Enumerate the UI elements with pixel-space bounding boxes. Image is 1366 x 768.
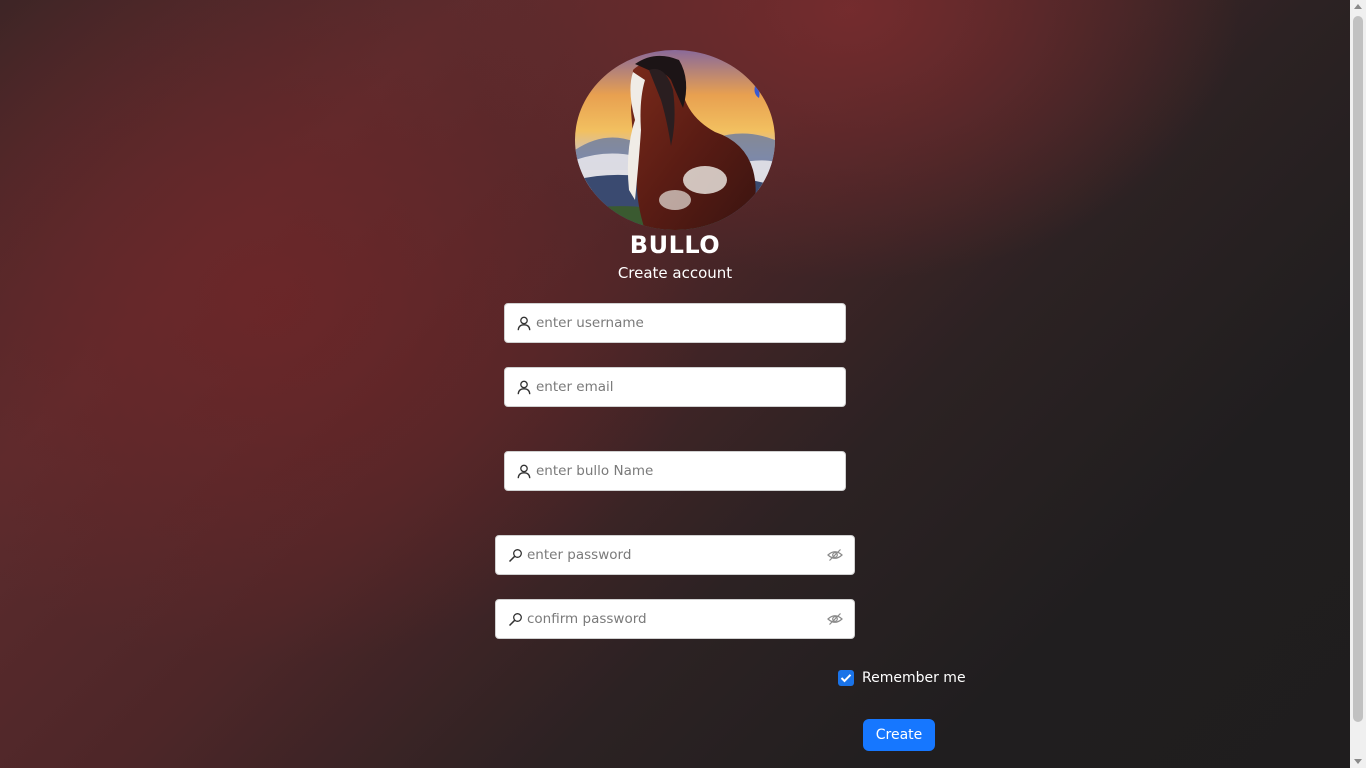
create-button[interactable]: Create xyxy=(863,719,935,751)
user-icon xyxy=(516,379,532,395)
username-field[interactable] xyxy=(504,303,846,343)
user-icon xyxy=(516,463,532,479)
password-field[interactable] xyxy=(495,535,855,575)
email-input[interactable] xyxy=(536,369,845,405)
confirm-password-field[interactable] xyxy=(495,599,855,639)
scrollbar-thumb[interactable] xyxy=(1353,16,1363,722)
user-icon xyxy=(516,315,532,331)
password-input[interactable] xyxy=(527,537,826,573)
remember-me[interactable]: Remember me xyxy=(838,670,966,686)
horse-portrait-icon xyxy=(575,50,775,230)
page-background: BULLO Create account enter username ente… xyxy=(0,0,1350,768)
remember-me-label[interactable]: Remember me xyxy=(862,670,966,686)
page-subtitle: Create account xyxy=(617,264,733,282)
eye-hidden-icon[interactable] xyxy=(826,610,844,628)
brand-title: BULLO xyxy=(629,231,721,259)
horse-avatar-image xyxy=(575,50,775,230)
eye-hidden-icon[interactable] xyxy=(826,546,844,564)
username-input[interactable] xyxy=(536,305,845,341)
bullo-name-input[interactable] xyxy=(536,453,845,489)
checkmark-icon xyxy=(840,674,852,683)
vertical-scrollbar[interactable] xyxy=(1350,0,1366,768)
bullo-name-field[interactable] xyxy=(504,451,846,491)
email-field[interactable] xyxy=(504,367,846,407)
scroll-up-arrow-icon[interactable] xyxy=(1354,4,1362,9)
key-icon xyxy=(507,547,523,563)
key-icon xyxy=(507,611,523,627)
remember-me-checkbox[interactable] xyxy=(838,670,854,686)
scroll-down-arrow-icon[interactable] xyxy=(1354,759,1362,764)
confirm-password-input[interactable] xyxy=(527,601,826,637)
